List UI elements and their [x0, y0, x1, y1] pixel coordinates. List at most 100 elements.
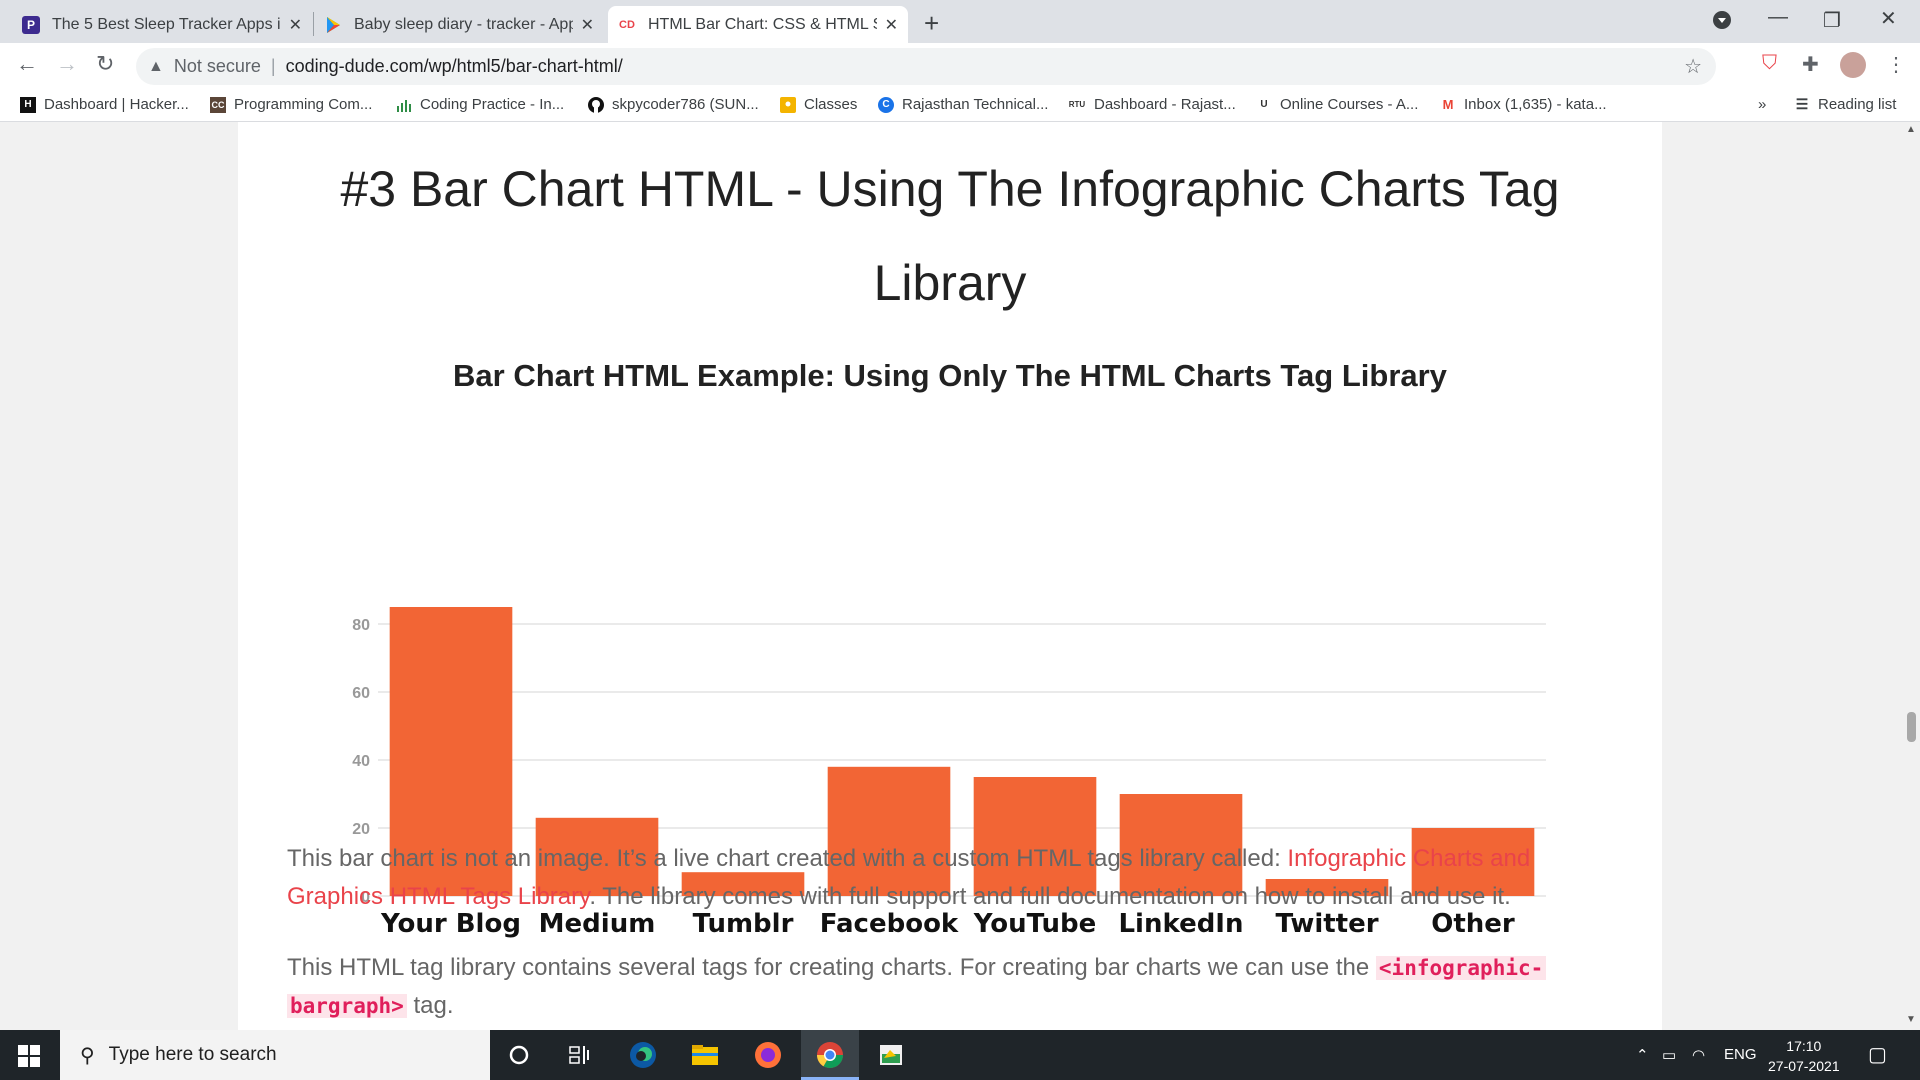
task-view-icon[interactable] — [563, 1038, 597, 1072]
tab-title: Baby sleep diary - tracker - Apps — [354, 15, 573, 33]
paragraph-text: tag. — [406, 992, 454, 1019]
paragraph-2: This HTML tag library contains several t… — [287, 949, 1607, 1025]
y-tick-label: 20 — [352, 821, 370, 838]
close-window-icon[interactable]: ✕ — [1880, 6, 1897, 31]
bookmark-classes[interactable]: Classes — [780, 96, 857, 113]
tab-html-bar-chart[interactable]: CD HTML Bar Chart: CSS & HTML So ✕ — [608, 6, 908, 43]
cortana-icon[interactable] — [502, 1038, 536, 1072]
bookmark-rtu[interactable]: C Rajasthan Technical... — [878, 96, 1048, 113]
y-tick-label: 80 — [352, 617, 370, 634]
scrollbar[interactable]: ▲ ▼ — [1903, 122, 1920, 1030]
scrollbar-thumb[interactable] — [1907, 712, 1916, 742]
url-text[interactable]: coding-dude.com/wp/html5/bar-chart-html/ — [286, 56, 623, 77]
chrome-icon[interactable] — [813, 1038, 847, 1072]
clock-time: 17:10 — [1786, 1038, 1822, 1054]
bookmark-label: Dashboard - Rajast... — [1094, 96, 1236, 113]
firefox-icon[interactable] — [751, 1038, 785, 1072]
tab-search-icon[interactable] — [1712, 10, 1732, 36]
page-viewport: #3 Bar Chart HTML - Using The Infographi… — [0, 122, 1920, 1030]
pocket-icon[interactable]: ⛉ — [1762, 52, 1777, 75]
codechef-icon: CC — [210, 96, 226, 113]
bookmarks-more-button[interactable]: » — [1758, 96, 1766, 113]
bookmark-label: Programming Com... — [234, 96, 373, 113]
library-link-part2[interactable]: HTML Tags Library — [390, 883, 590, 910]
article: #3 Bar Chart HTML - Using The Infographi… — [238, 122, 1662, 1030]
tab-sleep-tracker[interactable]: P The 5 Best Sleep Tracker Apps in ✕ — [12, 6, 312, 43]
chart-heading: Bar Chart HTML Example: Using Only The H… — [453, 358, 1447, 393]
restore-icon[interactable]: ❐ — [1823, 8, 1841, 33]
avatar[interactable] — [1840, 52, 1866, 78]
bookmark-gmail[interactable]: M Inbox (1,635) - kata... — [1440, 96, 1607, 113]
bookmark-hackerrank[interactable]: H Dashboard | Hacker... — [20, 96, 189, 113]
clock[interactable]: 17:10 27-07-2021 — [1768, 1036, 1840, 1076]
title-line-1: #3 Bar Chart HTML - Using The Infographi… — [340, 161, 1560, 217]
minimize-icon[interactable]: — — [1768, 6, 1788, 29]
bars-icon — [396, 97, 412, 113]
back-icon[interactable]: ← — [16, 51, 38, 77]
scroll-up-icon[interactable]: ▲ — [1906, 124, 1916, 135]
tab-favicon: P — [22, 15, 40, 34]
tab-favicon: CD — [619, 18, 635, 31]
reading-list-button[interactable]: ☰ Reading list — [1794, 96, 1897, 113]
bookmark-label: skpycoder786 (SUN... — [612, 96, 759, 113]
close-icon[interactable]: ✕ — [581, 15, 594, 35]
page-title: #3 Bar Chart HTML - Using The Infographi… — [238, 142, 1662, 330]
tab-baby-sleep-diary[interactable]: Baby sleep diary - tracker - Apps ✕ — [314, 6, 604, 43]
search-icon: ⚲ — [80, 1044, 95, 1067]
divider: | — [270, 56, 276, 76]
bookmark-programming[interactable]: CC Programming Com... — [210, 96, 372, 113]
reload-icon[interactable]: ↻ — [96, 51, 114, 77]
forward-icon[interactable]: → — [56, 51, 78, 77]
title-line-2: Library — [873, 255, 1027, 311]
bookmark-label: Inbox (1,635) - kata... — [1464, 96, 1607, 113]
reading-list-icon: ☰ — [1795, 96, 1809, 112]
y-tick-label: 60 — [352, 685, 370, 702]
app-icon[interactable] — [874, 1038, 908, 1072]
bookmark-online-courses[interactable]: U Online Courses - A... — [1256, 96, 1418, 113]
wifi-icon[interactable]: ◠ — [1692, 1046, 1705, 1064]
tab-strip: P The 5 Best Sleep Tracker Apps in ✕ Bab… — [0, 0, 1920, 43]
paragraph-text: This HTML tag library contains several t… — [287, 954, 1376, 981]
bookmark-dashboard-rajast[interactable]: RTU Dashboard - Rajast... — [1068, 96, 1236, 113]
battery-icon[interactable]: ▭ — [1662, 1046, 1676, 1064]
hackerrank-icon: H — [20, 96, 36, 113]
paragraph-1: This bar chart is not an image. It’s a l… — [287, 840, 1607, 916]
language-indicator[interactable]: ENG — [1724, 1046, 1757, 1063]
file-explorer-icon[interactable] — [688, 1038, 722, 1072]
edge-icon[interactable] — [626, 1038, 660, 1072]
bookmark-label: Online Courses - A... — [1280, 96, 1419, 113]
warning-icon[interactable]: ▲ — [148, 58, 164, 76]
c-icon: C — [878, 96, 894, 113]
close-icon[interactable]: ✕ — [885, 15, 898, 35]
scroll-down-icon[interactable]: ▼ — [1906, 1014, 1916, 1025]
address-bar[interactable]: ▲ Not secure | coding-dude.com/wp/html5/… — [136, 48, 1716, 85]
chevron-up-icon[interactable]: ⌃ — [1636, 1046, 1649, 1064]
browser-toolbar: ← → ↻ ▲ Not secure | coding-dude.com/wp/… — [0, 43, 1920, 90]
security-label[interactable]: Not secure — [174, 56, 261, 77]
play-store-icon — [324, 16, 342, 34]
gmail-icon: M — [1442, 97, 1454, 112]
notifications-icon[interactable]: ▢ — [1868, 1042, 1887, 1067]
classroom-icon — [780, 96, 796, 113]
tab-title: The 5 Best Sleep Tracker Apps in — [52, 15, 281, 33]
extensions-icon[interactable]: ✚ — [1802, 52, 1819, 77]
bookmark-coding-practice[interactable]: Coding Practice - In... — [396, 96, 564, 113]
windows-start-icon[interactable] — [18, 1045, 40, 1067]
bookmark-label: Coding Practice - In... — [420, 96, 565, 113]
code-tag: <infographic- — [1375, 956, 1547, 980]
udemy-icon: U — [1260, 99, 1268, 110]
clock-date: 27-07-2021 — [1768, 1058, 1840, 1074]
y-tick-label: 40 — [352, 753, 370, 770]
taskbar-search[interactable]: ⚲ Type here to search — [60, 1030, 490, 1080]
bookmark-star-icon[interactable]: ☆ — [1684, 54, 1702, 79]
bookmark-label: Classes — [804, 96, 858, 113]
search-placeholder: Type here to search — [108, 1044, 277, 1065]
new-tab-button[interactable]: + — [924, 8, 939, 39]
reading-list-label: Reading list — [1818, 96, 1897, 113]
taskbar: ⚲ Type here to search ⌃ ▭ ◠ ENG 17:10 27… — [0, 1030, 1920, 1080]
bookmark-label: Rajasthan Technical... — [902, 96, 1049, 113]
menu-icon[interactable]: ⋮ — [1886, 52, 1906, 77]
bookmark-github[interactable]: skpycoder786 (SUN... — [588, 96, 759, 113]
paragraph-text: . The library comes with full support an… — [589, 883, 1511, 910]
close-icon[interactable]: ✕ — [289, 15, 302, 35]
